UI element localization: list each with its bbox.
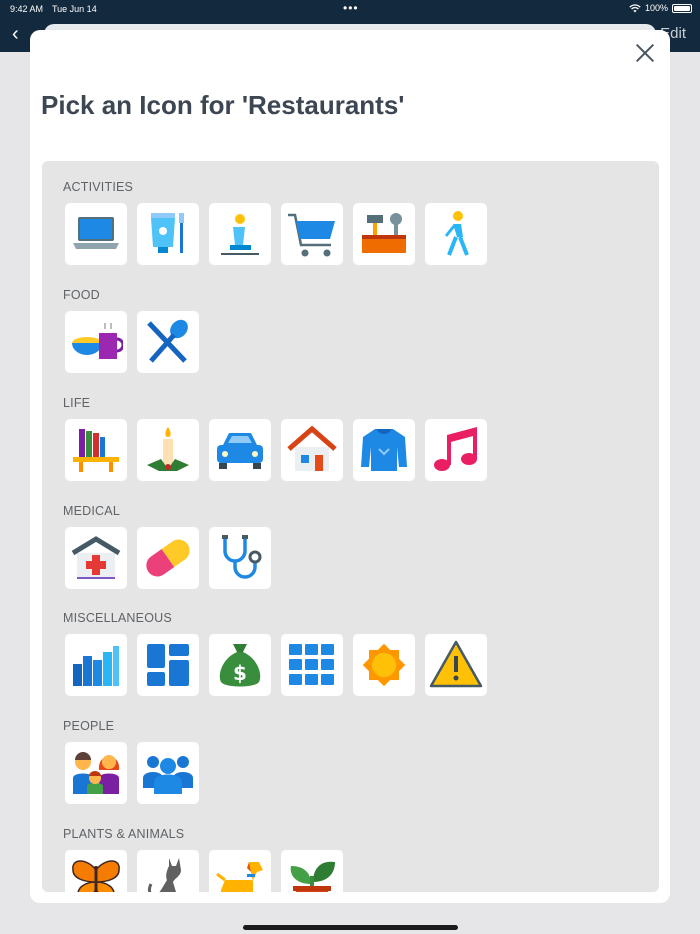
group-icon[interactable] — [137, 742, 199, 804]
status-right: 100% — [629, 3, 692, 13]
bookshelf-icon[interactable] — [65, 419, 127, 481]
breakfast-icon[interactable] — [65, 311, 127, 373]
cat-icon[interactable] — [137, 850, 199, 892]
prayer-icon[interactable] — [209, 203, 271, 265]
candle-icon[interactable] — [137, 419, 199, 481]
battery-icon — [672, 3, 692, 13]
section-label-medical: MEDICAL — [63, 504, 120, 518]
toothpaste-icon[interactable] — [137, 203, 199, 265]
hospital-icon[interactable] — [65, 527, 127, 589]
family-icon[interactable] — [65, 742, 127, 804]
house-icon[interactable] — [281, 419, 343, 481]
money-bag-icon[interactable]: $ — [209, 634, 271, 696]
home-indicator[interactable] — [243, 925, 458, 930]
page-title: Pick an Icon for 'Restaurants' — [41, 90, 405, 120]
icon-picker-sheet: Pick an Icon for 'Restaurants' ACTIVITIE… — [30, 30, 670, 903]
section-label-food: FOOD — [63, 288, 100, 302]
laptop-icon[interactable] — [65, 203, 127, 265]
section-label-miscellaneous: MISCELLANEOUS — [63, 611, 172, 625]
grid-icon[interactable] — [281, 634, 343, 696]
sun-icon[interactable] — [353, 634, 415, 696]
restaurant-utensils-icon[interactable] — [137, 311, 199, 373]
warning-icon[interactable] — [425, 634, 487, 696]
dashboard-icon[interactable] — [137, 634, 199, 696]
close-icon[interactable] — [632, 40, 658, 66]
stethoscope-icon[interactable] — [209, 527, 271, 589]
toolbox-icon[interactable] — [353, 203, 415, 265]
back-chevron-icon[interactable]: ‹ — [12, 24, 19, 44]
section-label-life: LIFE — [63, 396, 91, 410]
pill-icon[interactable] — [137, 527, 199, 589]
shopping-cart-icon[interactable] — [281, 203, 343, 265]
battery-percent: 100% — [644, 3, 668, 13]
car-icon[interactable] — [209, 419, 271, 481]
plant-icon[interactable] — [281, 850, 343, 892]
status-time: 9:42 AM — [10, 4, 44, 14]
icon-grid-panel[interactable]: ACTIVITIES FOOD LIFE MEDICAL MISCELLANEO… — [42, 161, 659, 892]
section-label-activities: ACTIVITIES — [63, 180, 134, 194]
svg-text:$: $ — [233, 661, 247, 685]
section-label-plants-animals: PLANTS & ANIMALS — [63, 827, 185, 841]
music-note-icon[interactable] — [425, 419, 487, 481]
sweater-icon[interactable] — [353, 419, 415, 481]
dog-icon[interactable] — [209, 850, 271, 892]
bar-chart-icon[interactable] — [65, 634, 127, 696]
status-date: Tue Jun 14 — [52, 4, 97, 14]
butterfly-icon[interactable] — [65, 850, 127, 892]
section-label-people: PEOPLE — [63, 719, 115, 733]
walking-icon[interactable] — [425, 203, 487, 265]
wifi-icon — [629, 3, 641, 12]
multitasking-dots-icon[interactable]: ••• — [343, 1, 359, 15]
